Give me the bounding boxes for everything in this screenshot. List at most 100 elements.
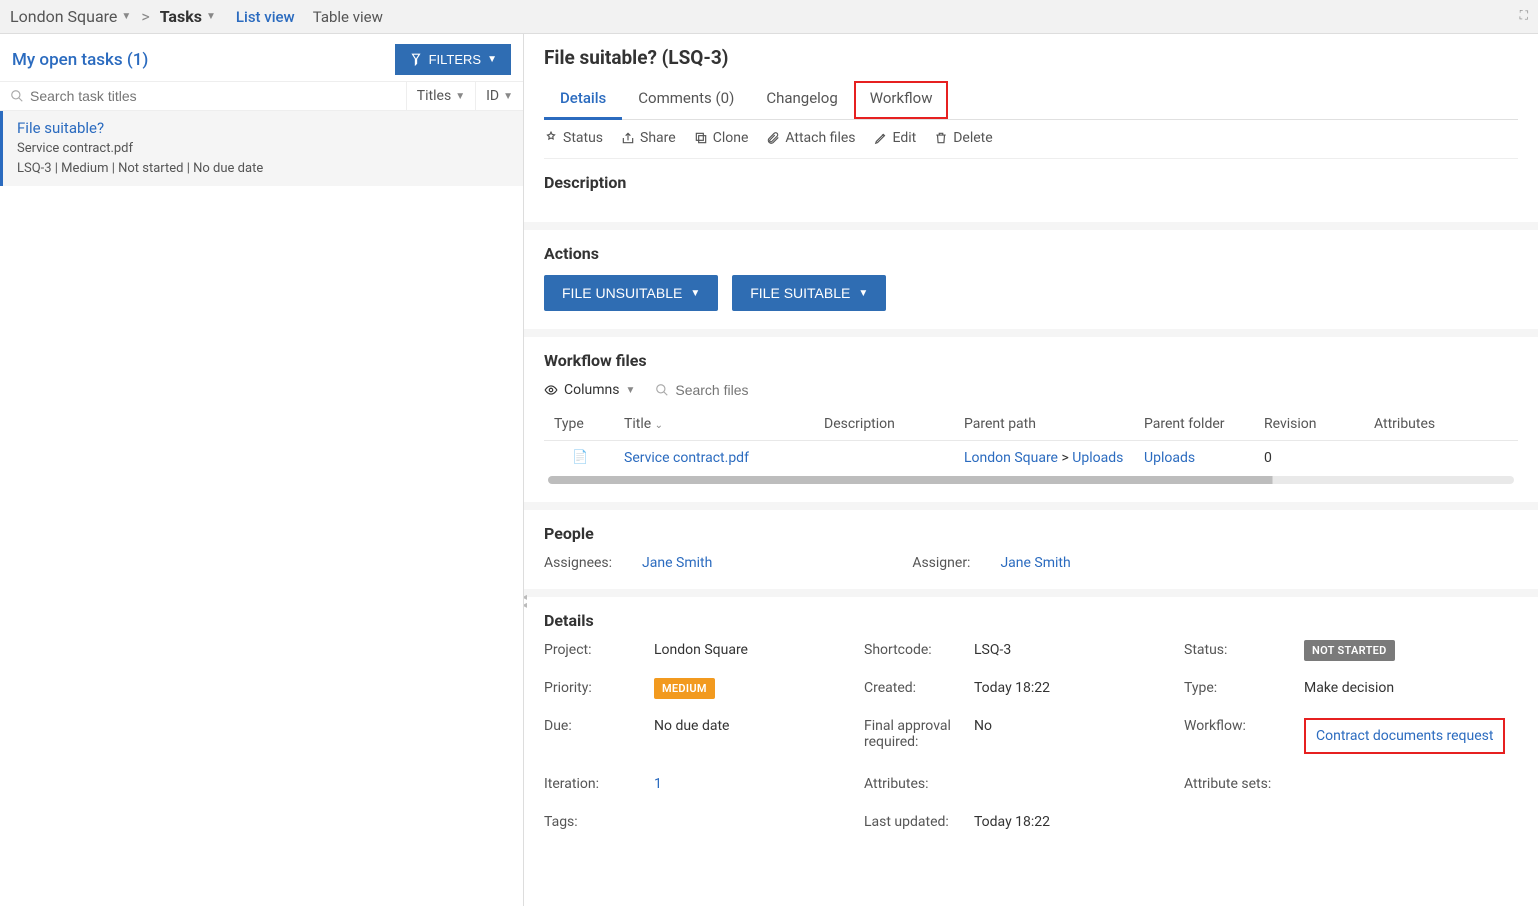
file-title-link[interactable]: Service contract.pdf [624,450,749,466]
priority-badge: MEDIUM [654,678,715,699]
attach-label: Attach files [785,130,855,146]
file-unsuitable-label: FILE UNSUITABLE [562,285,682,301]
tab-comments[interactable]: Comments (0) [622,81,750,119]
breadcrumb-project[interactable]: London Square ▼ [10,7,131,26]
caret-down-icon: ⌄ [655,420,663,431]
actions-heading: Actions [544,244,1518,263]
filters-button[interactable]: FILTERS ▼ [395,44,511,75]
status-badge: NOT STARTED [1304,640,1395,661]
files-search[interactable] [655,382,856,398]
view-list[interactable]: List view [236,8,295,26]
status-button[interactable]: Status [544,130,603,146]
columns-button[interactable]: Columns ▼ [544,382,635,398]
col-type[interactable]: Type [544,408,614,441]
attributes-label: Attributes: [864,776,964,792]
parent-folder-link[interactable]: Uploads [1144,450,1195,466]
task-detail-panel: ◂◂ File suitable? (LSQ-3) Details Commen… [524,34,1538,906]
project-label: Project: [544,642,644,658]
breadcrumb-section[interactable]: Tasks ▼ [160,7,216,26]
col-title[interactable]: Title ⌄ [614,408,814,441]
task-item-meta: LSQ-3 | Medium | Not started | No due da… [17,159,509,179]
status-icon [544,131,558,145]
caret-down-icon: ▼ [690,288,700,299]
task-heading: File suitable? (LSQ-3) [544,46,1518,69]
view-table[interactable]: Table view [313,8,383,26]
pdf-icon: 📄 [572,450,586,466]
edit-button[interactable]: Edit [874,130,917,146]
tab-details[interactable]: Details [544,81,622,120]
task-list-item[interactable]: File suitable? Service contract.pdf LSQ-… [0,111,523,186]
breadcrumb-separator: > [141,7,149,26]
task-search-input[interactable] [30,88,396,104]
share-icon [621,131,635,145]
task-search[interactable] [0,82,406,110]
panel-collapse-handle[interactable]: ◂◂ [524,594,527,610]
parent-path-project-link[interactable]: London Square [964,450,1058,466]
search-sort-row: Titles ▼ ID ▼ [0,82,523,111]
status-label: Status: [1184,642,1294,658]
breadcrumb-project-label: London Square [10,7,117,26]
task-item-title: File suitable? [17,119,509,137]
col-title-label: Title [624,416,651,432]
filter-icon [409,53,423,67]
delete-icon [934,131,948,145]
clone-label: Clone [713,130,749,146]
status-label: Status [563,130,603,146]
sort-titles[interactable]: Titles ▼ [406,82,475,110]
due-label: Due: [544,718,644,734]
assigner-label: Assigner: [912,555,970,571]
task-list-title[interactable]: My open tasks (1) [12,50,148,70]
people-heading: People [544,524,1518,543]
workflow-link-highlight: Contract documents request [1304,718,1505,754]
iteration-label: Iteration: [544,776,644,792]
expand-icon[interactable]: ⛶ [1520,8,1528,23]
caret-down-icon: ▼ [487,54,497,65]
file-unsuitable-button[interactable]: FILE UNSUITABLE ▼ [544,275,718,311]
caret-down-icon: ▼ [625,385,635,396]
col-parent-folder[interactable]: Parent folder [1134,408,1254,441]
file-suitable-label: FILE SUITABLE [750,285,850,301]
breadcrumb-section-label: Tasks [160,7,202,26]
description-heading: Description [544,173,1518,192]
clone-button[interactable]: Clone [694,130,749,146]
revision-value: 0 [1254,441,1364,475]
assignees-link[interactable]: Jane Smith [642,555,712,571]
table-row[interactable]: 📄 Service contract.pdf London Square > U… [544,441,1518,475]
iteration-link[interactable]: 1 [654,776,662,792]
tab-changelog[interactable]: Changelog [750,81,853,119]
col-description[interactable]: Description [814,408,954,441]
share-label: Share [640,130,676,146]
col-revision[interactable]: Revision [1254,408,1364,441]
project-value: London Square [654,642,854,658]
last-updated-value: Today 18:22 [974,814,1174,830]
columns-label: Columns [564,382,619,398]
attach-button[interactable]: Attach files [766,130,855,146]
workflow-link[interactable]: Contract documents request [1316,728,1493,744]
priority-label: Priority: [544,680,644,696]
edit-label: Edit [893,130,917,146]
task-list-header: My open tasks (1) FILTERS ▼ [0,34,523,82]
breadcrumb: London Square ▼ > Tasks ▼ [10,7,216,26]
parent-path-folder-link[interactable]: Uploads [1072,450,1123,466]
horizontal-scrollbar[interactable] [548,476,1514,484]
workflow-label: Workflow: [1184,718,1294,734]
file-suitable-button[interactable]: FILE SUITABLE ▼ [732,275,886,311]
col-attributes[interactable]: Attributes [1364,408,1518,441]
shortcode-label: Shortcode: [864,642,964,658]
attribute-sets-label: Attribute sets: [1184,776,1294,792]
task-list-panel: My open tasks (1) FILTERS ▼ Titles ▼ ID … [0,34,524,906]
share-button[interactable]: Share [621,130,676,146]
col-parent-path[interactable]: Parent path [954,408,1134,441]
tab-workflow[interactable]: Workflow [854,81,949,119]
search-icon [655,383,669,397]
task-item-file: Service contract.pdf [17,139,509,159]
type-label: Type: [1184,680,1294,696]
assigner-link[interactable]: Jane Smith [1000,555,1070,571]
caret-down-icon: ▼ [455,91,465,102]
sort-id[interactable]: ID ▼ [475,82,523,110]
delete-button[interactable]: Delete [934,130,992,146]
files-search-input[interactable] [675,382,856,398]
assignees-label: Assignees: [544,555,612,571]
eye-icon [544,383,558,397]
delete-label: Delete [953,130,992,146]
